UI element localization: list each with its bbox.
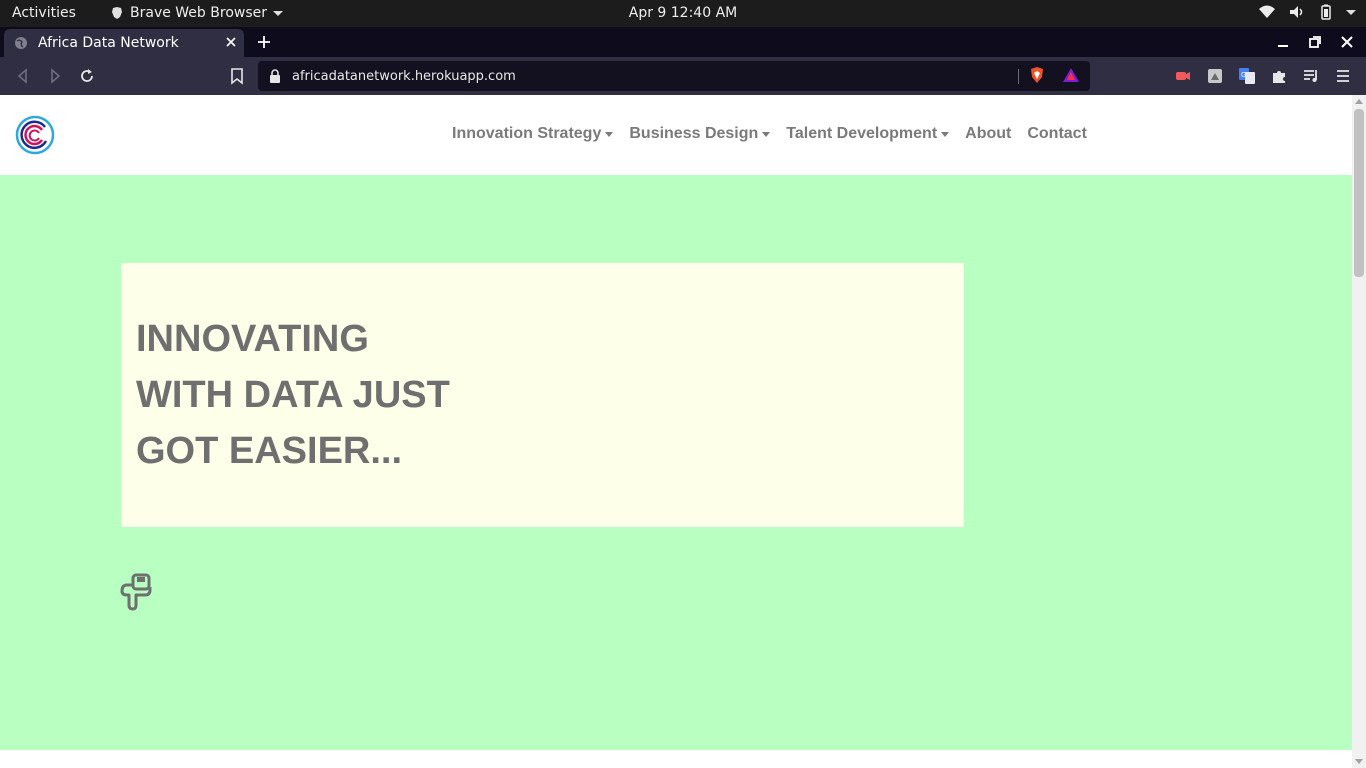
hero-section: INNOVATING WITH DATA JUST GOT EASIER... (0, 175, 1352, 750)
puzzle-icon[interactable] (1270, 67, 1288, 85)
nav-links: Innovation Strategy Business Design Tale… (452, 125, 1103, 143)
page-scrollbar[interactable] (1352, 95, 1366, 768)
brave-rewards-icon[interactable] (1062, 66, 1080, 84)
globe-icon (15, 37, 27, 49)
nav-label: Innovation Strategy (452, 125, 602, 142)
nav-innovation-strategy[interactable]: Innovation Strategy (452, 125, 614, 143)
browser-tab[interactable]: Africa Data Network (4, 29, 244, 57)
nav-business-design[interactable]: Business Design (629, 125, 771, 143)
nav-talent-development[interactable]: Talent Development (786, 125, 950, 143)
hero-line-1: INNOVATING (136, 318, 369, 360)
nav-label: Business Design (629, 125, 759, 142)
reload-icon[interactable] (78, 67, 96, 85)
wifi-icon (1259, 5, 1275, 18)
translate-icon[interactable]: G (1238, 67, 1256, 85)
extension-record-icon[interactable] (1174, 67, 1192, 85)
close-icon[interactable] (224, 35, 238, 49)
pointing-hand-icon (120, 573, 152, 611)
system-top-bar: Activities Brave Web Browser Apr 9 12:40… (0, 0, 1366, 27)
scroll-up-icon[interactable] (1355, 99, 1363, 104)
browser-toolbar: africadatanetwork.herokuapp.com G (0, 57, 1366, 95)
nav-label: About (965, 125, 1012, 142)
caret-down-icon (605, 131, 614, 137)
url-text[interactable]: africadatanetwork.herokuapp.com (292, 69, 516, 84)
brave-shields-icon[interactable] (1028, 66, 1046, 84)
scroll-down-icon[interactable] (1355, 759, 1363, 764)
nav-label: Talent Development (786, 125, 938, 142)
forward-icon[interactable] (46, 67, 64, 85)
scrollbar-thumb[interactable] (1354, 109, 1364, 277)
address-bar[interactable]: africadatanetwork.herokuapp.com (258, 61, 1090, 91)
playlist-icon[interactable] (1302, 67, 1320, 85)
extension-image-icon[interactable] (1206, 67, 1224, 85)
site-navbar: Innovation Strategy Business Design Tale… (0, 95, 1352, 175)
tab-strip: Africa Data Network (0, 27, 1366, 57)
hero-line-2: WITH DATA JUST (136, 374, 450, 416)
chevron-down-icon (1346, 9, 1356, 15)
nav-label: Contact (1027, 125, 1087, 142)
divider (1018, 69, 1019, 84)
clock[interactable]: Apr 9 12:40 AM (0, 5, 1366, 21)
minimize-icon[interactable] (1275, 34, 1291, 50)
tab-title: Africa Data Network (38, 35, 179, 51)
menu-icon[interactable] (1334, 67, 1352, 85)
hero-card: INNOVATING WITH DATA JUST GOT EASIER... (121, 263, 964, 527)
restore-icon[interactable] (1307, 34, 1323, 50)
bookmark-icon[interactable] (228, 67, 246, 85)
system-tray[interactable] (1258, 4, 1356, 20)
svg-text:G: G (1241, 72, 1246, 79)
window-close-icon[interactable] (1339, 34, 1355, 50)
nav-about[interactable]: About (965, 125, 1011, 143)
nav-contact[interactable]: Contact (1027, 125, 1087, 143)
caret-down-icon (762, 131, 771, 137)
caret-down-icon (941, 131, 950, 137)
back-icon[interactable] (14, 67, 32, 85)
volume-icon (1290, 6, 1303, 18)
battery-icon (1321, 4, 1331, 20)
africa-data-network-logo[interactable] (15, 115, 55, 155)
new-tab-icon[interactable] (256, 34, 272, 50)
hero-line-3: GOT EASIER... (136, 430, 403, 472)
web-page: Innovation Strategy Business Design Tale… (0, 95, 1352, 768)
hero-title: INNOVATING WITH DATA JUST GOT EASIER... (136, 311, 450, 479)
lock-icon[interactable] (269, 69, 281, 83)
